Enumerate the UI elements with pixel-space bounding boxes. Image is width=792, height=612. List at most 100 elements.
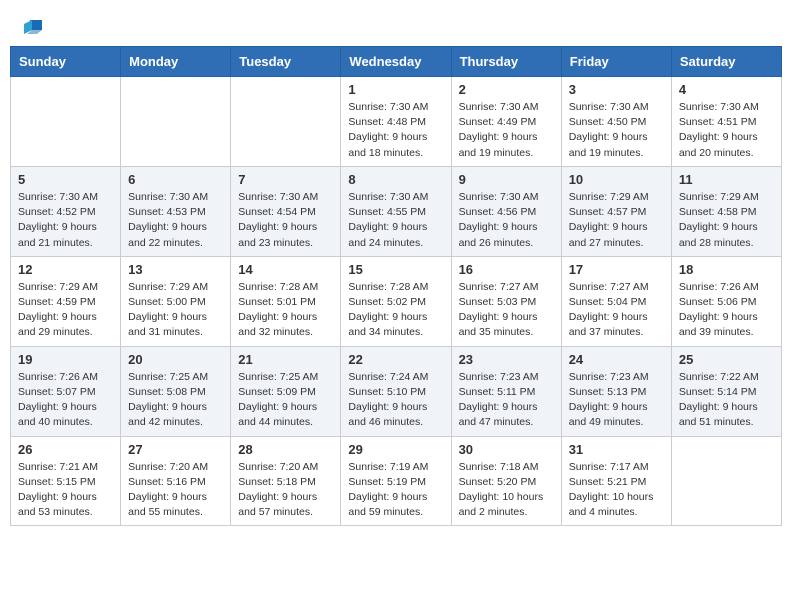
day-cell — [231, 77, 341, 167]
day-number: 13 — [128, 262, 223, 277]
day-number: 20 — [128, 352, 223, 367]
day-info: Sunrise: 7:28 AM Sunset: 5:01 PM Dayligh… — [238, 280, 333, 341]
logo-icon — [22, 16, 44, 38]
day-cell: 22Sunrise: 7:24 AM Sunset: 5:10 PM Dayli… — [341, 346, 451, 436]
day-cell: 10Sunrise: 7:29 AM Sunset: 4:57 PM Dayli… — [561, 166, 671, 256]
day-cell: 24 Sunrise: 7:23 AM Sunset: 5:13 PM Dayli… — [561, 346, 671, 436]
day-info: Sunrise: 7:23 AM Sunset: 5:13 PM Dayligh… — [569, 370, 664, 431]
day-info: Sunrise: 7:29 AM Sunset: 4:58 PM Dayligh… — [679, 190, 774, 251]
day-info: Sunrise: 7:25 AM Sunset: 5:09 PM Dayligh… — [238, 370, 333, 431]
day-cell: 19 Sunrise: 7:26 AM Sunset: 5:07 PM Dayli… — [11, 346, 121, 436]
day-cell — [121, 77, 231, 167]
day-cell: 30 Sunrise: 7:18 AM Sunset: 5:20 PM Dayli… — [451, 436, 561, 526]
day-number: 1 — [348, 82, 443, 97]
day-info: Sunrise: 7:19 AM Sunset: 5:19 PM Dayligh… — [348, 460, 443, 521]
day-info: Sunrise: 7:25 AM Sunset: 5:08 PM Dayligh… — [128, 370, 223, 431]
day-info: Sunrise: 7:30 AM Sunset: 4:52 PM Dayligh… — [18, 190, 113, 251]
day-info: Sunrise: 7:30 AM Sunset: 4:48 PM Dayligh… — [348, 100, 443, 161]
day-info: Sunrise: 7:26 AM Sunset: 5:07 PM Dayligh… — [18, 370, 113, 431]
day-number: 7 — [238, 172, 333, 187]
day-number: 14 — [238, 262, 333, 277]
day-cell: 16 Sunrise: 7:27 AM Sunset: 5:03 PM Dayli… — [451, 256, 561, 346]
day-cell: 7 Sunrise: 7:30 AM Sunset: 4:54 PM Daylig… — [231, 166, 341, 256]
day-cell: 8 Sunrise: 7:30 AM Sunset: 4:55 PM Daylig… — [341, 166, 451, 256]
day-number: 24 — [569, 352, 664, 367]
day-cell: 21 Sunrise: 7:25 AM Sunset: 5:09 PM Dayli… — [231, 346, 341, 436]
day-cell: 13 Sunrise: 7:29 AM Sunset: 5:00 PM Dayli… — [121, 256, 231, 346]
day-info: Sunrise: 7:24 AM Sunset: 5:10 PM Dayligh… — [348, 370, 443, 431]
day-cell: 5 Sunrise: 7:30 AM Sunset: 4:52 PM Daylig… — [11, 166, 121, 256]
calendar-wrap: SundayMondayTuesdayWednesdayThursdayFrid… — [0, 46, 792, 536]
day-header-monday: Monday — [121, 47, 231, 77]
week-row-3: 12Sunrise: 7:29 AM Sunset: 4:59 PM Dayli… — [11, 256, 782, 346]
week-row-2: 5 Sunrise: 7:30 AM Sunset: 4:52 PM Daylig… — [11, 166, 782, 256]
day-cell: 9 Sunrise: 7:30 AM Sunset: 4:56 PM Daylig… — [451, 166, 561, 256]
day-info: Sunrise: 7:30 AM Sunset: 4:55 PM Dayligh… — [348, 190, 443, 251]
day-info: Sunrise: 7:29 AM Sunset: 5:00 PM Dayligh… — [128, 280, 223, 341]
day-cell — [11, 77, 121, 167]
day-info: Sunrise: 7:21 AM Sunset: 5:15 PM Dayligh… — [18, 460, 113, 521]
day-info: Sunrise: 7:26 AM Sunset: 5:06 PM Dayligh… — [679, 280, 774, 341]
day-cell: 12Sunrise: 7:29 AM Sunset: 4:59 PM Dayli… — [11, 256, 121, 346]
day-number: 30 — [459, 442, 554, 457]
day-number: 15 — [348, 262, 443, 277]
day-header-tuesday: Tuesday — [231, 47, 341, 77]
day-number: 9 — [459, 172, 554, 187]
calendar-table: SundayMondayTuesdayWednesdayThursdayFrid… — [10, 46, 782, 526]
day-cell: 25 Sunrise: 7:22 AM Sunset: 5:14 PM Dayli… — [671, 346, 781, 436]
day-number: 8 — [348, 172, 443, 187]
day-cell: 15 Sunrise: 7:28 AM Sunset: 5:02 PM Dayli… — [341, 256, 451, 346]
day-cell — [671, 436, 781, 526]
day-info: Sunrise: 7:27 AM Sunset: 5:04 PM Dayligh… — [569, 280, 664, 341]
day-number: 18 — [679, 262, 774, 277]
day-info: Sunrise: 7:20 AM Sunset: 5:16 PM Dayligh… — [128, 460, 223, 521]
day-cell: 3 Sunrise: 7:30 AM Sunset: 4:50 PM Daylig… — [561, 77, 671, 167]
day-cell: 20 Sunrise: 7:25 AM Sunset: 5:08 PM Dayli… — [121, 346, 231, 436]
day-cell: 29 Sunrise: 7:19 AM Sunset: 5:19 PM Dayli… — [341, 436, 451, 526]
day-number: 31 — [569, 442, 664, 457]
day-info: Sunrise: 7:30 AM Sunset: 4:54 PM Dayligh… — [238, 190, 333, 251]
day-number: 26 — [18, 442, 113, 457]
day-info: Sunrise: 7:23 AM Sunset: 5:11 PM Dayligh… — [459, 370, 554, 431]
day-number: 23 — [459, 352, 554, 367]
day-info: Sunrise: 7:30 AM Sunset: 4:49 PM Dayligh… — [459, 100, 554, 161]
day-header-wednesday: Wednesday — [341, 47, 451, 77]
day-info: Sunrise: 7:27 AM Sunset: 5:03 PM Dayligh… — [459, 280, 554, 341]
day-number: 29 — [348, 442, 443, 457]
day-header-friday: Friday — [561, 47, 671, 77]
day-number: 25 — [679, 352, 774, 367]
day-number: 28 — [238, 442, 333, 457]
day-cell: 4Sunrise: 7:30 AM Sunset: 4:51 PM Daylig… — [671, 77, 781, 167]
day-cell: 28Sunrise: 7:20 AM Sunset: 5:18 PM Dayli… — [231, 436, 341, 526]
day-info: Sunrise: 7:22 AM Sunset: 5:14 PM Dayligh… — [679, 370, 774, 431]
header — [0, 0, 792, 46]
day-cell: 6Sunrise: 7:30 AM Sunset: 4:53 PM Daylig… — [121, 166, 231, 256]
day-number: 21 — [238, 352, 333, 367]
day-header-sunday: Sunday — [11, 47, 121, 77]
day-info: Sunrise: 7:30 AM Sunset: 4:53 PM Dayligh… — [128, 190, 223, 251]
day-info: Sunrise: 7:18 AM Sunset: 5:20 PM Dayligh… — [459, 460, 554, 521]
day-number: 3 — [569, 82, 664, 97]
week-row-5: 26 Sunrise: 7:21 AM Sunset: 5:15 PM Dayli… — [11, 436, 782, 526]
week-row-4: 19 Sunrise: 7:26 AM Sunset: 5:07 PM Dayli… — [11, 346, 782, 436]
day-cell: 2Sunrise: 7:30 AM Sunset: 4:49 PM Daylig… — [451, 77, 561, 167]
day-cell: 26 Sunrise: 7:21 AM Sunset: 5:15 PM Dayli… — [11, 436, 121, 526]
day-info: Sunrise: 7:30 AM Sunset: 4:50 PM Dayligh… — [569, 100, 664, 161]
day-number: 5 — [18, 172, 113, 187]
day-number: 16 — [459, 262, 554, 277]
day-number: 11 — [679, 172, 774, 187]
day-cell: 14 Sunrise: 7:28 AM Sunset: 5:01 PM Dayli… — [231, 256, 341, 346]
day-number: 4 — [679, 82, 774, 97]
week-row-1: 1 Sunrise: 7:30 AM Sunset: 4:48 PM Daylig… — [11, 77, 782, 167]
header-row: SundayMondayTuesdayWednesdayThursdayFrid… — [11, 47, 782, 77]
day-info: Sunrise: 7:29 AM Sunset: 4:59 PM Dayligh… — [18, 280, 113, 341]
day-cell: 1 Sunrise: 7:30 AM Sunset: 4:48 PM Daylig… — [341, 77, 451, 167]
day-number: 10 — [569, 172, 664, 187]
day-cell: 17Sunrise: 7:27 AM Sunset: 5:04 PM Dayli… — [561, 256, 671, 346]
day-number: 19 — [18, 352, 113, 367]
day-cell: 23 Sunrise: 7:23 AM Sunset: 5:11 PM Dayli… — [451, 346, 561, 436]
day-info: Sunrise: 7:30 AM Sunset: 4:56 PM Dayligh… — [459, 190, 554, 251]
day-cell: 27Sunrise: 7:20 AM Sunset: 5:16 PM Dayli… — [121, 436, 231, 526]
page: SundayMondayTuesdayWednesdayThursdayFrid… — [0, 0, 792, 536]
day-info: Sunrise: 7:28 AM Sunset: 5:02 PM Dayligh… — [348, 280, 443, 341]
